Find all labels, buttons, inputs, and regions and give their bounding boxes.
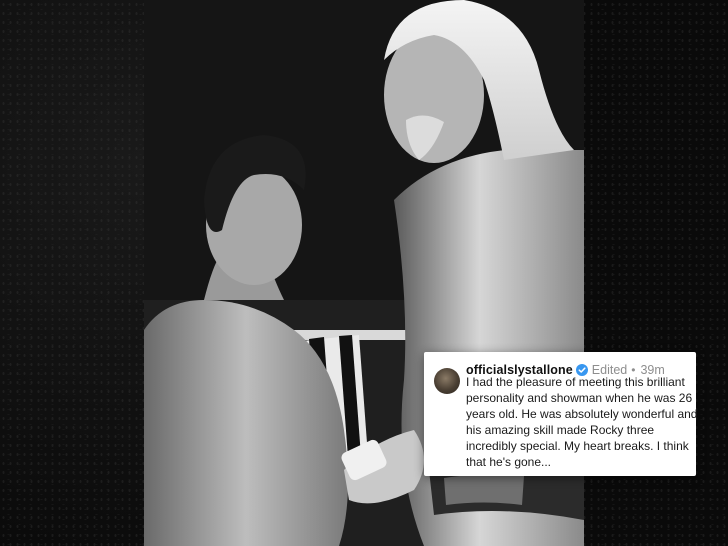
- post-caption: I had the pleasure of meeting this brill…: [466, 375, 698, 469]
- avatar[interactable]: [434, 368, 460, 394]
- instagram-post-card: officialslystallone Edited • 39m I had t…: [424, 352, 698, 476]
- image-canvas: officialslystallone Edited • 39m I had t…: [0, 0, 728, 546]
